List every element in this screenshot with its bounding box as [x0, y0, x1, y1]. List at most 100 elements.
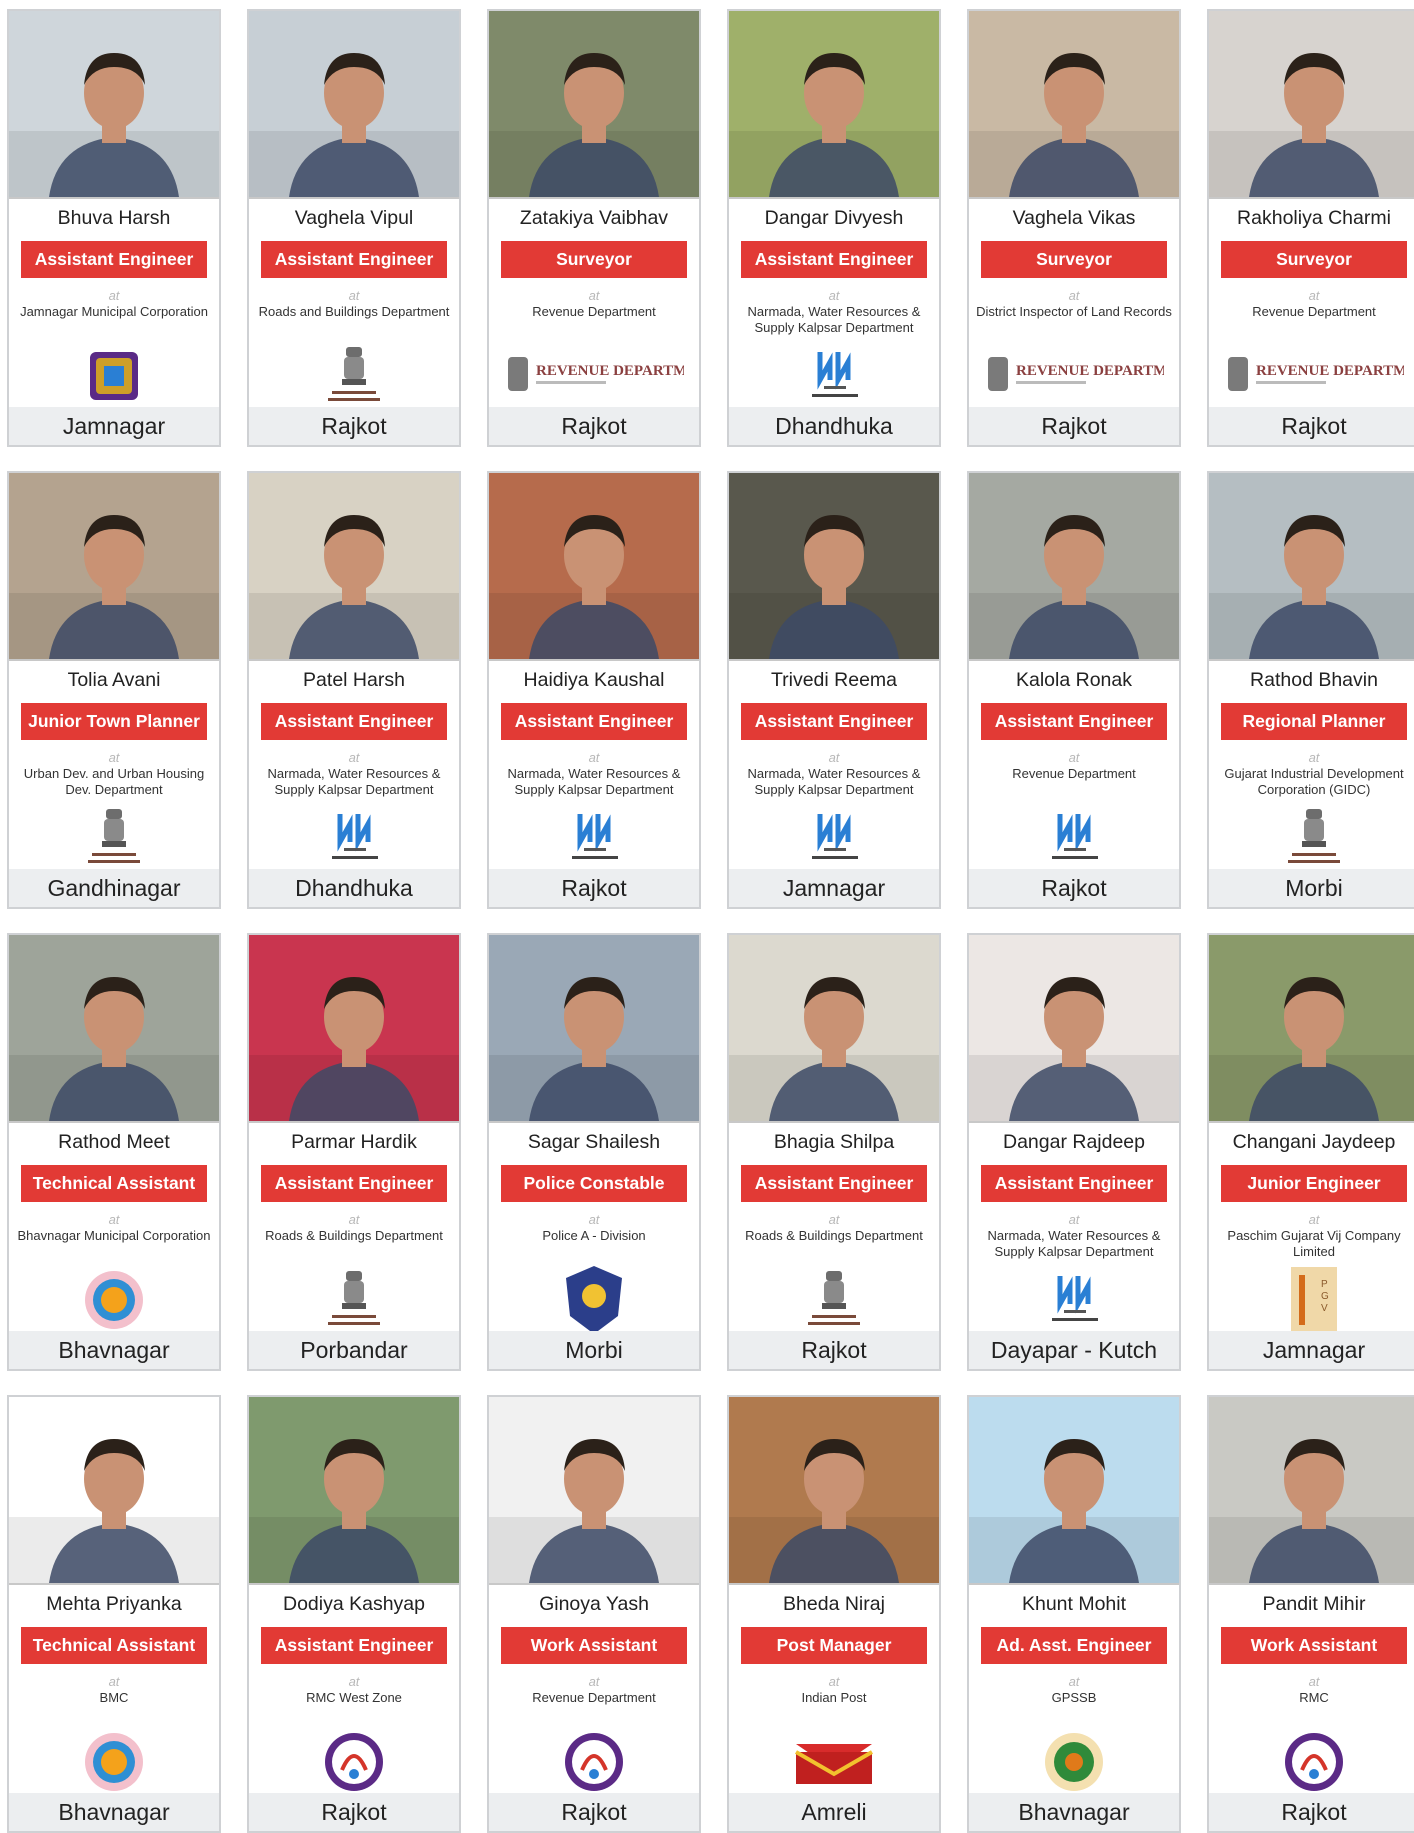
pgvcl-logo: PGV: [1209, 1265, 1414, 1335]
organization-name: Narmada, Water Resources & Supply Kalpsa…: [987, 1228, 1161, 1259]
team-card[interactable]: Tolia Avani Junior Town Planner at Urban De…: [7, 471, 221, 909]
police-logo: [489, 1265, 699, 1335]
team-card[interactable]: Patel Harsh Assistant Engineer at Narmada, …: [247, 471, 461, 909]
team-card[interactable]: Zatakiya Vaibhav Surveyor at Revenue Depart…: [487, 9, 701, 447]
team-card[interactable]: Dangar Divyesh Assistant Engineer at Narmad…: [727, 9, 941, 447]
narmada-logo: [489, 803, 699, 873]
team-card-grid: Bhuva Harsh Assistant Engineer at Jamnagar …: [0, 0, 1414, 1833]
city-label: Rajkot: [489, 869, 699, 907]
profile-photo: [249, 473, 459, 661]
organization-name: Indian Post: [801, 1690, 867, 1705]
at-label: at: [588, 288, 600, 303]
city-label: Rajkot: [1209, 1793, 1414, 1831]
profile-photo: [249, 1397, 459, 1585]
organization-name: GPSSB: [1051, 1690, 1097, 1705]
city-label: Jamnagar: [9, 407, 219, 445]
organization-name: Bhavnagar Municipal Corporation: [17, 1228, 211, 1243]
at-label: at: [108, 750, 120, 765]
revenue-banner-logo: REVENUE DEPARTMENT: [489, 341, 699, 411]
organization-name: Paschim Gujarat Vij Company Limited: [1227, 1228, 1401, 1259]
organization-name: Jamnagar Municipal Corporation: [20, 304, 208, 319]
emblem-logo: [1209, 803, 1414, 873]
at-label: at: [348, 1674, 360, 1689]
role-badge: Technical Assistant: [21, 1627, 207, 1664]
city-label: Rajkot: [489, 1793, 699, 1831]
rmc-logo: [1209, 1727, 1414, 1797]
emblem-logo: [249, 1265, 459, 1335]
profile-photo: [9, 11, 219, 199]
team-card[interactable]: Haidiya Kaushal Assistant Engineer at Narma…: [487, 471, 701, 909]
team-card[interactable]: Vaghela Vipul Assistant Engineer at Roads a…: [247, 9, 461, 447]
role-badge: Surveyor: [1221, 241, 1407, 278]
at-label: at: [1068, 1674, 1080, 1689]
team-card[interactable]: Changani Jaydeep Junior Engineer at Paschim…: [1207, 933, 1414, 1371]
team-card[interactable]: Bhagia Shilpa Assistant Engineer at Roads &…: [727, 933, 941, 1371]
role-badge: Assistant Engineer: [261, 703, 447, 740]
person-name: Pandit Mihir: [1262, 1593, 1366, 1615]
team-card[interactable]: Dodiya Kashyap Assistant Engineer at RMC We…: [247, 1395, 461, 1833]
team-card[interactable]: Sagar Shailesh Police Constable at Police A…: [487, 933, 701, 1371]
role-badge: Work Assistant: [1221, 1627, 1407, 1664]
profile-photo: [729, 473, 939, 661]
person-name: Rakholiya Charmi: [1237, 207, 1391, 229]
at-label: at: [108, 1674, 120, 1689]
role-badge: Post Manager: [741, 1627, 927, 1664]
team-card[interactable]: Trivedi Reema Assistant Engineer at Narmada…: [727, 471, 941, 909]
role-badge: Surveyor: [981, 241, 1167, 278]
profile-photo: [1209, 473, 1414, 661]
team-card[interactable]: Bheda Niraj Post Manager at Indian Post Amre…: [727, 1395, 941, 1833]
person-name: Parmar Hardik: [291, 1131, 417, 1153]
profile-photo: [729, 1397, 939, 1585]
team-card[interactable]: Kalola Ronak Assistant Engineer at Revenue …: [967, 471, 1181, 909]
narmada-logo: [249, 803, 459, 873]
city-label: Bhavnagar: [9, 1331, 219, 1369]
bmc-logo: [9, 1265, 219, 1335]
city-label: Bhavnagar: [9, 1793, 219, 1831]
role-badge: Assistant Engineer: [741, 1165, 927, 1202]
organization-name: RMC West Zone: [306, 1690, 402, 1705]
city-label: Gandhinagar: [9, 869, 219, 907]
team-card[interactable]: Parmar Hardik Assistant Engineer at Roads &…: [247, 933, 461, 1371]
team-card[interactable]: Rathod Meet Technical Assistant at Bhavnaga…: [7, 933, 221, 1371]
team-card[interactable]: Pandit Mihir Work Assistant at RMC Rajkot: [1207, 1395, 1414, 1833]
person-name: Changani Jaydeep: [1232, 1131, 1396, 1153]
profile-photo: [489, 473, 699, 661]
profile-photo: [9, 935, 219, 1123]
emblem-logo: [249, 341, 459, 411]
profile-photo: [1209, 11, 1414, 199]
role-badge: Surveyor: [501, 241, 687, 278]
person-name: Rathod Meet: [58, 1131, 170, 1153]
profile-photo: [9, 473, 219, 661]
at-label: at: [348, 288, 360, 303]
city-label: Amreli: [729, 1793, 939, 1831]
team-card[interactable]: Bhuva Harsh Assistant Engineer at Jamnagar …: [7, 9, 221, 447]
at-label: at: [1068, 1212, 1080, 1227]
city-label: Dhandhuka: [729, 407, 939, 445]
city-label: Rajkot: [489, 407, 699, 445]
team-card[interactable]: Vaghela Vikas Surveyor at District Inspecto…: [967, 9, 1181, 447]
team-card[interactable]: Ginoya Yash Work Assistant at Revenue Depar…: [487, 1395, 701, 1833]
team-card[interactable]: Rathod Bhavin Regional Planner at Gujarat I…: [1207, 471, 1414, 909]
city-label: Jamnagar: [1209, 1331, 1414, 1369]
role-badge: Ad. Asst. Engineer: [981, 1627, 1167, 1664]
indiapost-logo: [729, 1727, 939, 1797]
at-label: at: [1308, 1212, 1320, 1227]
profile-photo: [489, 935, 699, 1123]
team-card[interactable]: Khunt Mohit Ad. Asst. Engineer at GPSSB Bhav…: [967, 1395, 1181, 1833]
person-name: Khunt Mohit: [1021, 1593, 1127, 1615]
person-name: Vaghela Vikas: [1012, 207, 1136, 229]
team-card[interactable]: Rakholiya Charmi Surveyor at Revenue Depart…: [1207, 9, 1414, 447]
profile-photo: [969, 935, 1179, 1123]
team-card[interactable]: Mehta Priyanka Technical Assistant at BMC Bh…: [7, 1395, 221, 1833]
person-name: Patel Harsh: [303, 669, 405, 691]
person-name: Zatakiya Vaibhav: [519, 207, 669, 229]
narmada-logo: [729, 341, 939, 411]
profile-photo: [249, 11, 459, 199]
role-badge: Assistant Engineer: [741, 703, 927, 740]
city-label: Rajkot: [249, 407, 459, 445]
svg-text:P: P: [1321, 1279, 1328, 1290]
narmada-logo: [969, 1265, 1179, 1335]
team-card[interactable]: Dangar Rajdeep Assistant Engineer at Narmad…: [967, 933, 1181, 1371]
at-label: at: [588, 1212, 600, 1227]
person-name: Vaghela Vipul: [294, 207, 414, 229]
